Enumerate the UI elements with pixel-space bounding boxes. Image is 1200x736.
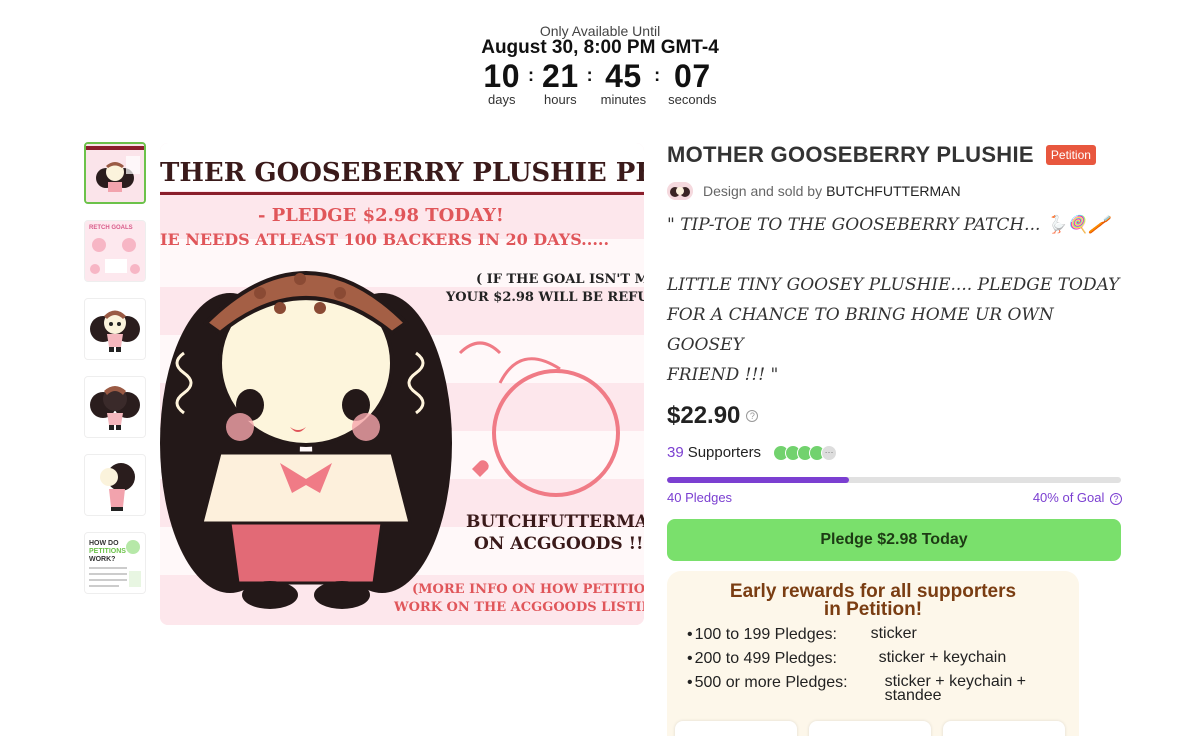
main-product-image[interactable]: THER GOOSEBERRY PLUSHIE PETITION - PLEDG… xyxy=(160,143,644,625)
countdown-label: Only Available Until xyxy=(539,23,661,39)
early-rewards-panel: Early rewards for all supporters in Peti… xyxy=(667,571,1079,736)
supporter-avatars: ··· xyxy=(773,444,838,461)
plushie-illustration xyxy=(160,271,452,609)
thumbnail-4[interactable] xyxy=(84,376,146,438)
thumbnail-list: RETCH GOALS HOW DO PETITIONS WORK? xyxy=(84,142,148,610)
goal-percent: 40% of Goal ? xyxy=(1033,490,1122,505)
product-price: $22.90 xyxy=(667,402,741,429)
rewards-list: • 100 to 199 Pledges: sticker • 200 to 4… xyxy=(667,625,1079,704)
pledge-progress-bar xyxy=(667,477,1121,483)
hours-label: hours xyxy=(544,92,577,107)
reward-tier-label: 200 to 499 Pledges: xyxy=(694,650,837,667)
product-title: MOTHER GOOSEBERRY PLUSHIE xyxy=(667,142,1034,167)
artwork-info-line-1: (MORE INFO ON HOW PETITION xyxy=(412,582,644,597)
countdown-minutes: 45 minutes xyxy=(601,60,647,107)
thumbnail-how-label-1: HOW DO xyxy=(89,540,119,547)
product-description: " TIP-TOE TO THE GOOSEBERRY PATCH... 🪿🍭🪥… xyxy=(667,210,1122,390)
bullet: • xyxy=(687,674,693,691)
thumbnail-3[interactable] xyxy=(84,298,146,360)
goal-help-icon[interactable]: ? xyxy=(1110,493,1122,505)
days-value: 10 xyxy=(483,58,521,94)
pledge-button[interactable]: Pledge $2.98 Today xyxy=(667,519,1121,561)
countdown-timer: Only Available Until August 30, 8:00 PM … xyxy=(0,24,1200,107)
seller-avatar-image xyxy=(667,182,693,200)
description-line-4: FRIEND !!! " xyxy=(667,365,779,385)
thumbnail-6[interactable]: HOW DO PETITIONS WORK? xyxy=(84,532,146,594)
goal-percent-label: 40% of Goal xyxy=(1032,490,1105,505)
artwork-info-line-2: WORK ON THE ACGGOODS LISTIN xyxy=(393,600,644,615)
description-line-3: FOR A CHANCE TO BRING HOME UR OWN GOOSEY xyxy=(667,305,1054,355)
reward-tier-label: 500 or more Pledges: xyxy=(694,674,848,691)
reward-card[interactable] xyxy=(675,721,797,736)
countdown-days: 10 days xyxy=(483,60,520,107)
reward-tier-3: • 500 or more Pledges: sticker + keychai… xyxy=(687,673,1079,704)
pledge-progress-fill xyxy=(667,477,849,483)
seller-prefix: Design and sold by xyxy=(703,183,823,199)
thumbnail-how-label-3: WORK? xyxy=(89,556,115,563)
seconds-value: 07 xyxy=(674,58,711,94)
supporters-summary[interactable]: 39 Supporters ··· xyxy=(667,444,1122,461)
artwork-headline: THER GOOSEBERRY PLUSHIE PETITION xyxy=(160,158,644,188)
seller-name-link[interactable]: BUTCHFUTTERMAN xyxy=(826,183,961,199)
reward-tier-value: sticker xyxy=(870,625,917,642)
reward-tier-2: • 200 to 499 Pledges: sticker + keychain xyxy=(687,649,1079,667)
countdown-separator: : xyxy=(654,65,661,85)
reward-cards xyxy=(675,721,1077,736)
thumbnail-stretch-goals-image: RETCH GOALS xyxy=(85,221,145,281)
thumbnail-how-petitions-work-image: HOW DO PETITIONS WORK? xyxy=(85,533,145,593)
description-line-1: " TIP-TOE TO THE GOOSEBERRY PATCH... 🪿🍭🪥 xyxy=(667,215,1110,235)
supporters-label: Supporters xyxy=(687,444,762,461)
thumbnail-2[interactable]: RETCH GOALS xyxy=(84,220,146,282)
description-line-2: LITTLE TINY GOOSEY PLUSHIE.... PLEDGE TO… xyxy=(667,275,1120,295)
seller-info: Design and sold by BUTCHFUTTERMAN xyxy=(667,182,1122,200)
reward-tier-label: 100 to 199 Pledges: xyxy=(694,626,837,643)
thumbnail-stretch-label: RETCH GOALS xyxy=(89,225,133,231)
plushie-petition-artwork: THER GOOSEBERRY PLUSHIE PETITION - PLEDG… xyxy=(160,143,644,625)
reward-card[interactable] xyxy=(809,721,931,736)
countdown-separator: : xyxy=(586,65,593,85)
thumbnail-how-label-2: PETITIONS xyxy=(89,548,126,555)
thumbnail-plushie-image xyxy=(86,144,144,202)
reward-card[interactable] xyxy=(943,721,1065,736)
artwork-shop-line-1: BUTCHFUTTERMA xyxy=(466,512,644,532)
countdown-deadline: August 30, 8:00 PM GMT-4 xyxy=(481,37,719,58)
minutes-value: 45 xyxy=(605,58,642,94)
thumbnail-1[interactable] xyxy=(84,142,146,204)
seller-avatar[interactable] xyxy=(667,182,693,200)
artwork-shop-line-2: ON ACGGOODS !! xyxy=(474,534,644,554)
petition-badge: Petition xyxy=(1045,145,1096,165)
reward-tier-value: sticker + keychain + standee xyxy=(884,673,1027,704)
seconds-label: seconds xyxy=(668,92,717,107)
hours-value: 21 xyxy=(542,58,579,94)
rewards-title-line-2: in Petition! xyxy=(823,599,923,620)
countdown-seconds: 07 seconds xyxy=(668,60,716,107)
bullet: • xyxy=(687,650,693,667)
artwork-refund-line-1: ( IF THE GOAL ISN'T MI xyxy=(476,272,644,287)
artwork-refund-line-2: YOUR $2.98 WILL BE REFUN xyxy=(445,290,644,305)
bullet: • xyxy=(687,626,693,643)
days-label: days xyxy=(487,92,516,107)
pledges-count: 40 Pledges xyxy=(667,490,733,505)
reward-tier-value: sticker + keychain xyxy=(878,649,1007,666)
thumbnail-5[interactable] xyxy=(84,454,146,516)
thumbnail-plushie-side-image xyxy=(85,455,145,515)
supporters-count: 39 xyxy=(667,444,684,461)
reward-tier-1: • 100 to 199 Pledges: sticker xyxy=(687,625,1079,643)
thumbnail-plushie-front-image xyxy=(85,299,145,359)
product-info: MOTHER GOOSEBERRY PLUSHIE Petition Desig… xyxy=(667,142,1122,561)
countdown-separator: : xyxy=(528,65,535,85)
artwork-pledge-line: - PLEDGE $2.98 TODAY! xyxy=(258,205,504,226)
more-supporters-icon: ··· xyxy=(821,444,838,461)
rewards-title: Early rewards for all supporters in Peti… xyxy=(667,582,1079,620)
minutes-label: minutes xyxy=(600,92,647,107)
countdown-hours: 21 hours xyxy=(542,60,579,107)
thumbnail-plushie-back-image xyxy=(85,377,145,437)
price-help-icon[interactable]: ? xyxy=(746,410,759,422)
artwork-backers-line: IE NEEDS ATLEAST 100 BACKERS IN 20 DAYS.… xyxy=(160,230,609,249)
